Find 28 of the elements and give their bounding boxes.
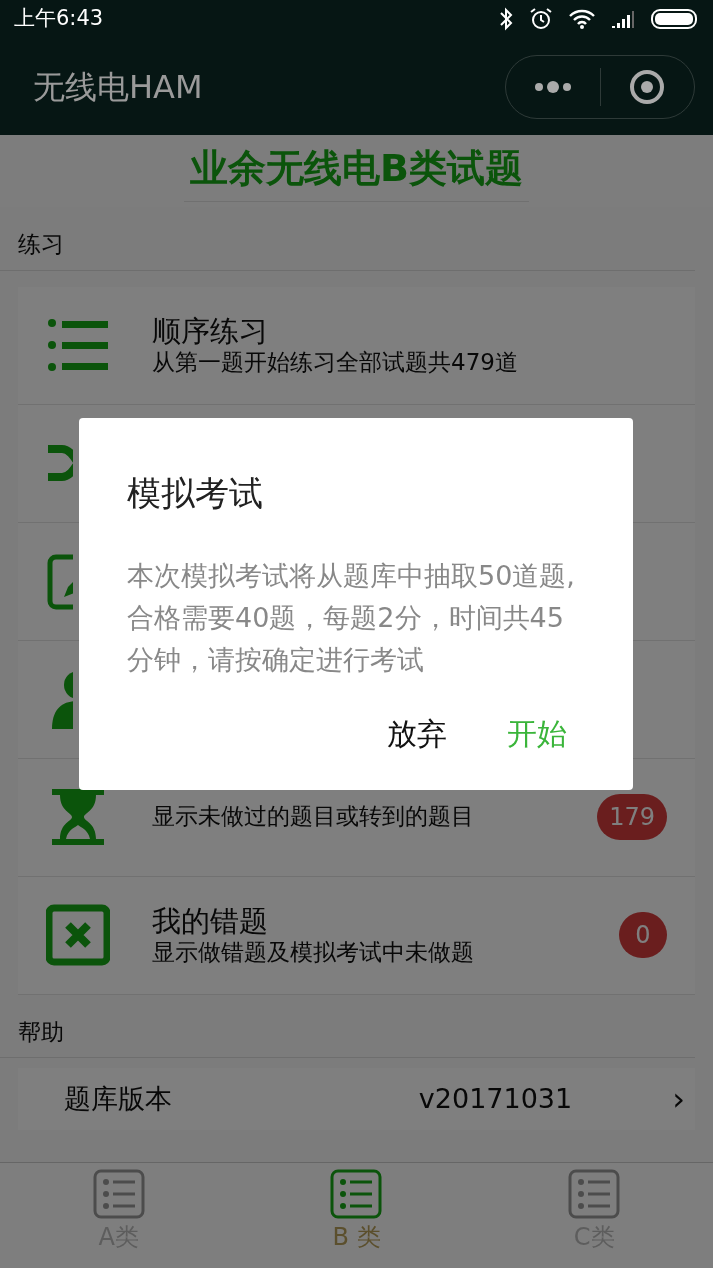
list-icon	[568, 1169, 621, 1219]
wifi-icon	[569, 9, 595, 29]
dialog-title: 模拟考试	[127, 472, 264, 515]
item-description: 显示做错题及模拟考试中未做题	[152, 938, 474, 967]
section-heading: 练习	[0, 207, 695, 271]
page-title: 业余无线电B类试题	[184, 140, 529, 202]
cross-box-icon	[46, 903, 110, 967]
count-badge: 0	[619, 912, 667, 958]
target-icon	[629, 68, 666, 105]
list-icon	[330, 1169, 383, 1219]
row-label: 题库版本	[64, 1081, 172, 1116]
count-badge: 179	[597, 794, 667, 840]
alarm-icon	[529, 7, 553, 31]
signal-icon	[611, 10, 635, 28]
status-time: 上午6:43	[14, 5, 104, 33]
bluetooth-icon	[499, 7, 513, 31]
item-title: 我的错题	[152, 903, 269, 939]
list-icon	[92, 1169, 145, 1219]
dialog-message: 本次模拟考试将从题库中抽取50道题,合格需要40题，每题2分，时间共45分钟，请按确定进行考试	[127, 559, 576, 677]
battery-icon	[651, 8, 699, 30]
item-title: 顺序练习	[152, 313, 269, 349]
item-description: 显示未做过的题目或转到的题目	[152, 803, 474, 831]
section-heading: 帮助	[0, 994, 695, 1058]
item-description: 从第一题开始练习全部试题共479道	[152, 348, 518, 377]
app-title: 无线电HAM	[33, 66, 203, 108]
row-value: v20171031	[418, 1081, 573, 1116]
more-icon	[532, 80, 573, 93]
chevron-icon: ›	[672, 1075, 685, 1123]
